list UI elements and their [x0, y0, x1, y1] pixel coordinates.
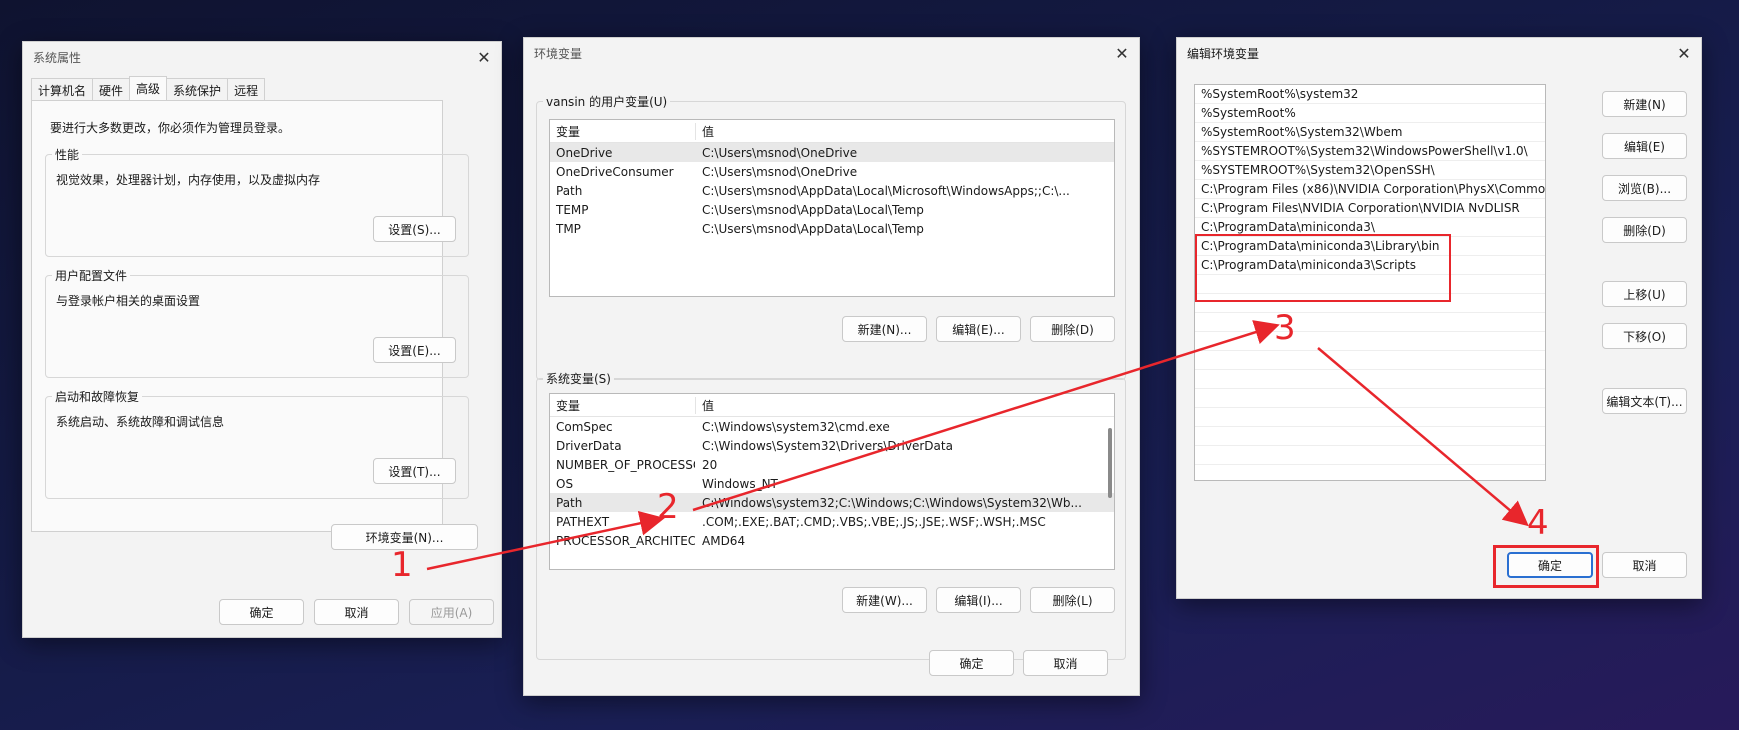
annotation-number-2: 2 [657, 487, 679, 527]
arrow-2-to-3 [692, 320, 1280, 512]
annotation-arrows [426, 320, 1529, 571]
annotation-number-3: 3 [1274, 308, 1296, 348]
arrow-1-to-2 [426, 510, 665, 571]
annotation-number-4: 4 [1527, 503, 1549, 543]
arrow-3-to-4 [1317, 347, 1529, 527]
annotation-number-1: 1 [391, 545, 413, 585]
